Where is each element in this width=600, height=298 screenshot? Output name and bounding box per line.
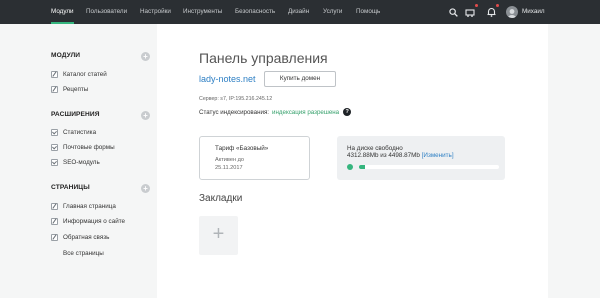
disk-usage-card: На диске свободно 4312.88Mb из 4498.87Mb… xyxy=(337,136,505,180)
add-module-button[interactable]: + xyxy=(141,52,150,61)
sidebar-item-article-catalog[interactable]: Каталог статей xyxy=(51,69,107,79)
tariff-active-label: Активен до xyxy=(215,157,244,163)
sidebar-item-statistics[interactable]: Статистика xyxy=(51,127,96,137)
sidebar-item-label: SEO-модуль xyxy=(63,158,100,166)
sidebar-item-label: Каталог статей xyxy=(63,70,107,78)
nav-design[interactable]: Дизайн xyxy=(288,0,309,24)
sidebar-item-label: Рецепты xyxy=(63,85,89,93)
main-panel: Панель управления lady-notes.net Купить … xyxy=(157,24,548,298)
edit-icon xyxy=(51,85,58,93)
notification-badge xyxy=(496,4,499,7)
indexing-status: Статус индексирования: индексация разреш… xyxy=(199,108,352,116)
cart-icon[interactable] xyxy=(464,6,476,18)
search-icon[interactable] xyxy=(447,6,459,18)
right-margin xyxy=(548,24,600,298)
add-bookmark-button[interactable]: + xyxy=(199,216,238,255)
sidebar-item-seo-module[interactable]: SEO-модуль xyxy=(51,157,100,167)
disk-free-label: На диске свободно xyxy=(347,145,403,152)
cart-badge xyxy=(475,4,478,7)
nav-settings[interactable]: Настройки xyxy=(140,0,171,24)
buy-domain-button[interactable]: Купить домен xyxy=(264,71,336,87)
sidebar-item-label: Все страницы xyxy=(63,249,104,257)
tariff-active-date: 25.11.2017 xyxy=(215,165,243,171)
sidebar-item-feedback[interactable]: Обратная связь xyxy=(51,232,109,242)
nav-users[interactable]: Пользователи xyxy=(86,0,127,24)
section-title-extensions: РАСШИРЕНИЯ xyxy=(51,111,100,118)
sidebar-item-label: Информация о сайте xyxy=(63,217,126,225)
site-domain-link[interactable]: lady-notes.net xyxy=(199,74,256,84)
disk-free-value: 4312.88Mb из 4498.87Mb xyxy=(347,152,420,159)
indexing-status-label: Статус индексирования: xyxy=(199,108,270,116)
indexing-status-link[interactable]: индексация разрешена xyxy=(272,109,339,116)
edit-icon xyxy=(51,202,58,210)
bell-icon[interactable] xyxy=(485,6,497,18)
sidebar-item-label: Обратная связь xyxy=(63,233,110,241)
sidebar-item-all-pages[interactable]: Все страницы xyxy=(51,248,104,258)
nav-services[interactable]: Услуги xyxy=(323,0,342,24)
disk-free-value-line: 4312.88Mb из 4498.87Mb [Изменить] xyxy=(347,152,454,159)
server-info: Сервер: s7, IP:195.216.245.12 xyxy=(199,96,273,102)
sidebar-item-recipes[interactable]: Рецепты xyxy=(51,84,88,94)
edit-icon xyxy=(51,70,58,78)
checkbox-icon xyxy=(51,128,58,136)
disk-usage-bar-fill xyxy=(359,165,365,169)
tariff-card[interactable]: Тариф «Базовый» Активен до 25.11.2017 xyxy=(199,136,310,180)
checkbox-icon xyxy=(51,143,58,151)
sidebar-item-mail-forms[interactable]: Почтовые формы xyxy=(51,142,115,152)
sidebar: МОДУЛИ + Каталог статей Рецепты РАСШИРЕН… xyxy=(0,24,157,298)
bookmarks-title: Закладки xyxy=(199,193,243,204)
user-name[interactable]: Михаил xyxy=(522,0,545,24)
disk-usage-bar xyxy=(359,165,499,169)
edit-icon xyxy=(51,233,58,241)
checkbox-icon xyxy=(51,158,58,166)
nav-help[interactable]: Помощь xyxy=(356,0,380,24)
section-title-pages: СТРАНИЦЫ xyxy=(51,184,90,191)
add-extension-button[interactable]: + xyxy=(141,111,150,120)
sidebar-item-label: Главная страница xyxy=(63,202,116,210)
edit-icon xyxy=(51,217,58,225)
help-icon[interactable]: ? xyxy=(343,108,352,116)
top-navigation-bar: Модули Пользователи Настройки Инструмент… xyxy=(0,0,600,24)
sidebar-item-label: Статистика xyxy=(63,128,97,136)
nav-tools[interactable]: Инструменты xyxy=(183,0,222,24)
change-disk-link[interactable]: [Изменить] xyxy=(422,152,454,159)
nav-security[interactable]: Безопасность xyxy=(235,0,275,24)
tariff-name: Тариф «Базовый» xyxy=(215,145,269,152)
section-title-modules: МОДУЛИ xyxy=(51,52,81,59)
sidebar-item-site-info[interactable]: Информация о сайте xyxy=(51,216,125,226)
avatar[interactable] xyxy=(506,6,518,18)
add-page-button[interactable]: + xyxy=(141,184,150,193)
sidebar-item-home-page[interactable]: Главная страница xyxy=(51,201,116,211)
page-title: Панель управления xyxy=(199,50,328,66)
sidebar-item-label: Почтовые формы xyxy=(63,143,115,151)
disk-usage-indicator xyxy=(347,164,353,170)
nav-modules[interactable]: Модули xyxy=(51,0,74,24)
